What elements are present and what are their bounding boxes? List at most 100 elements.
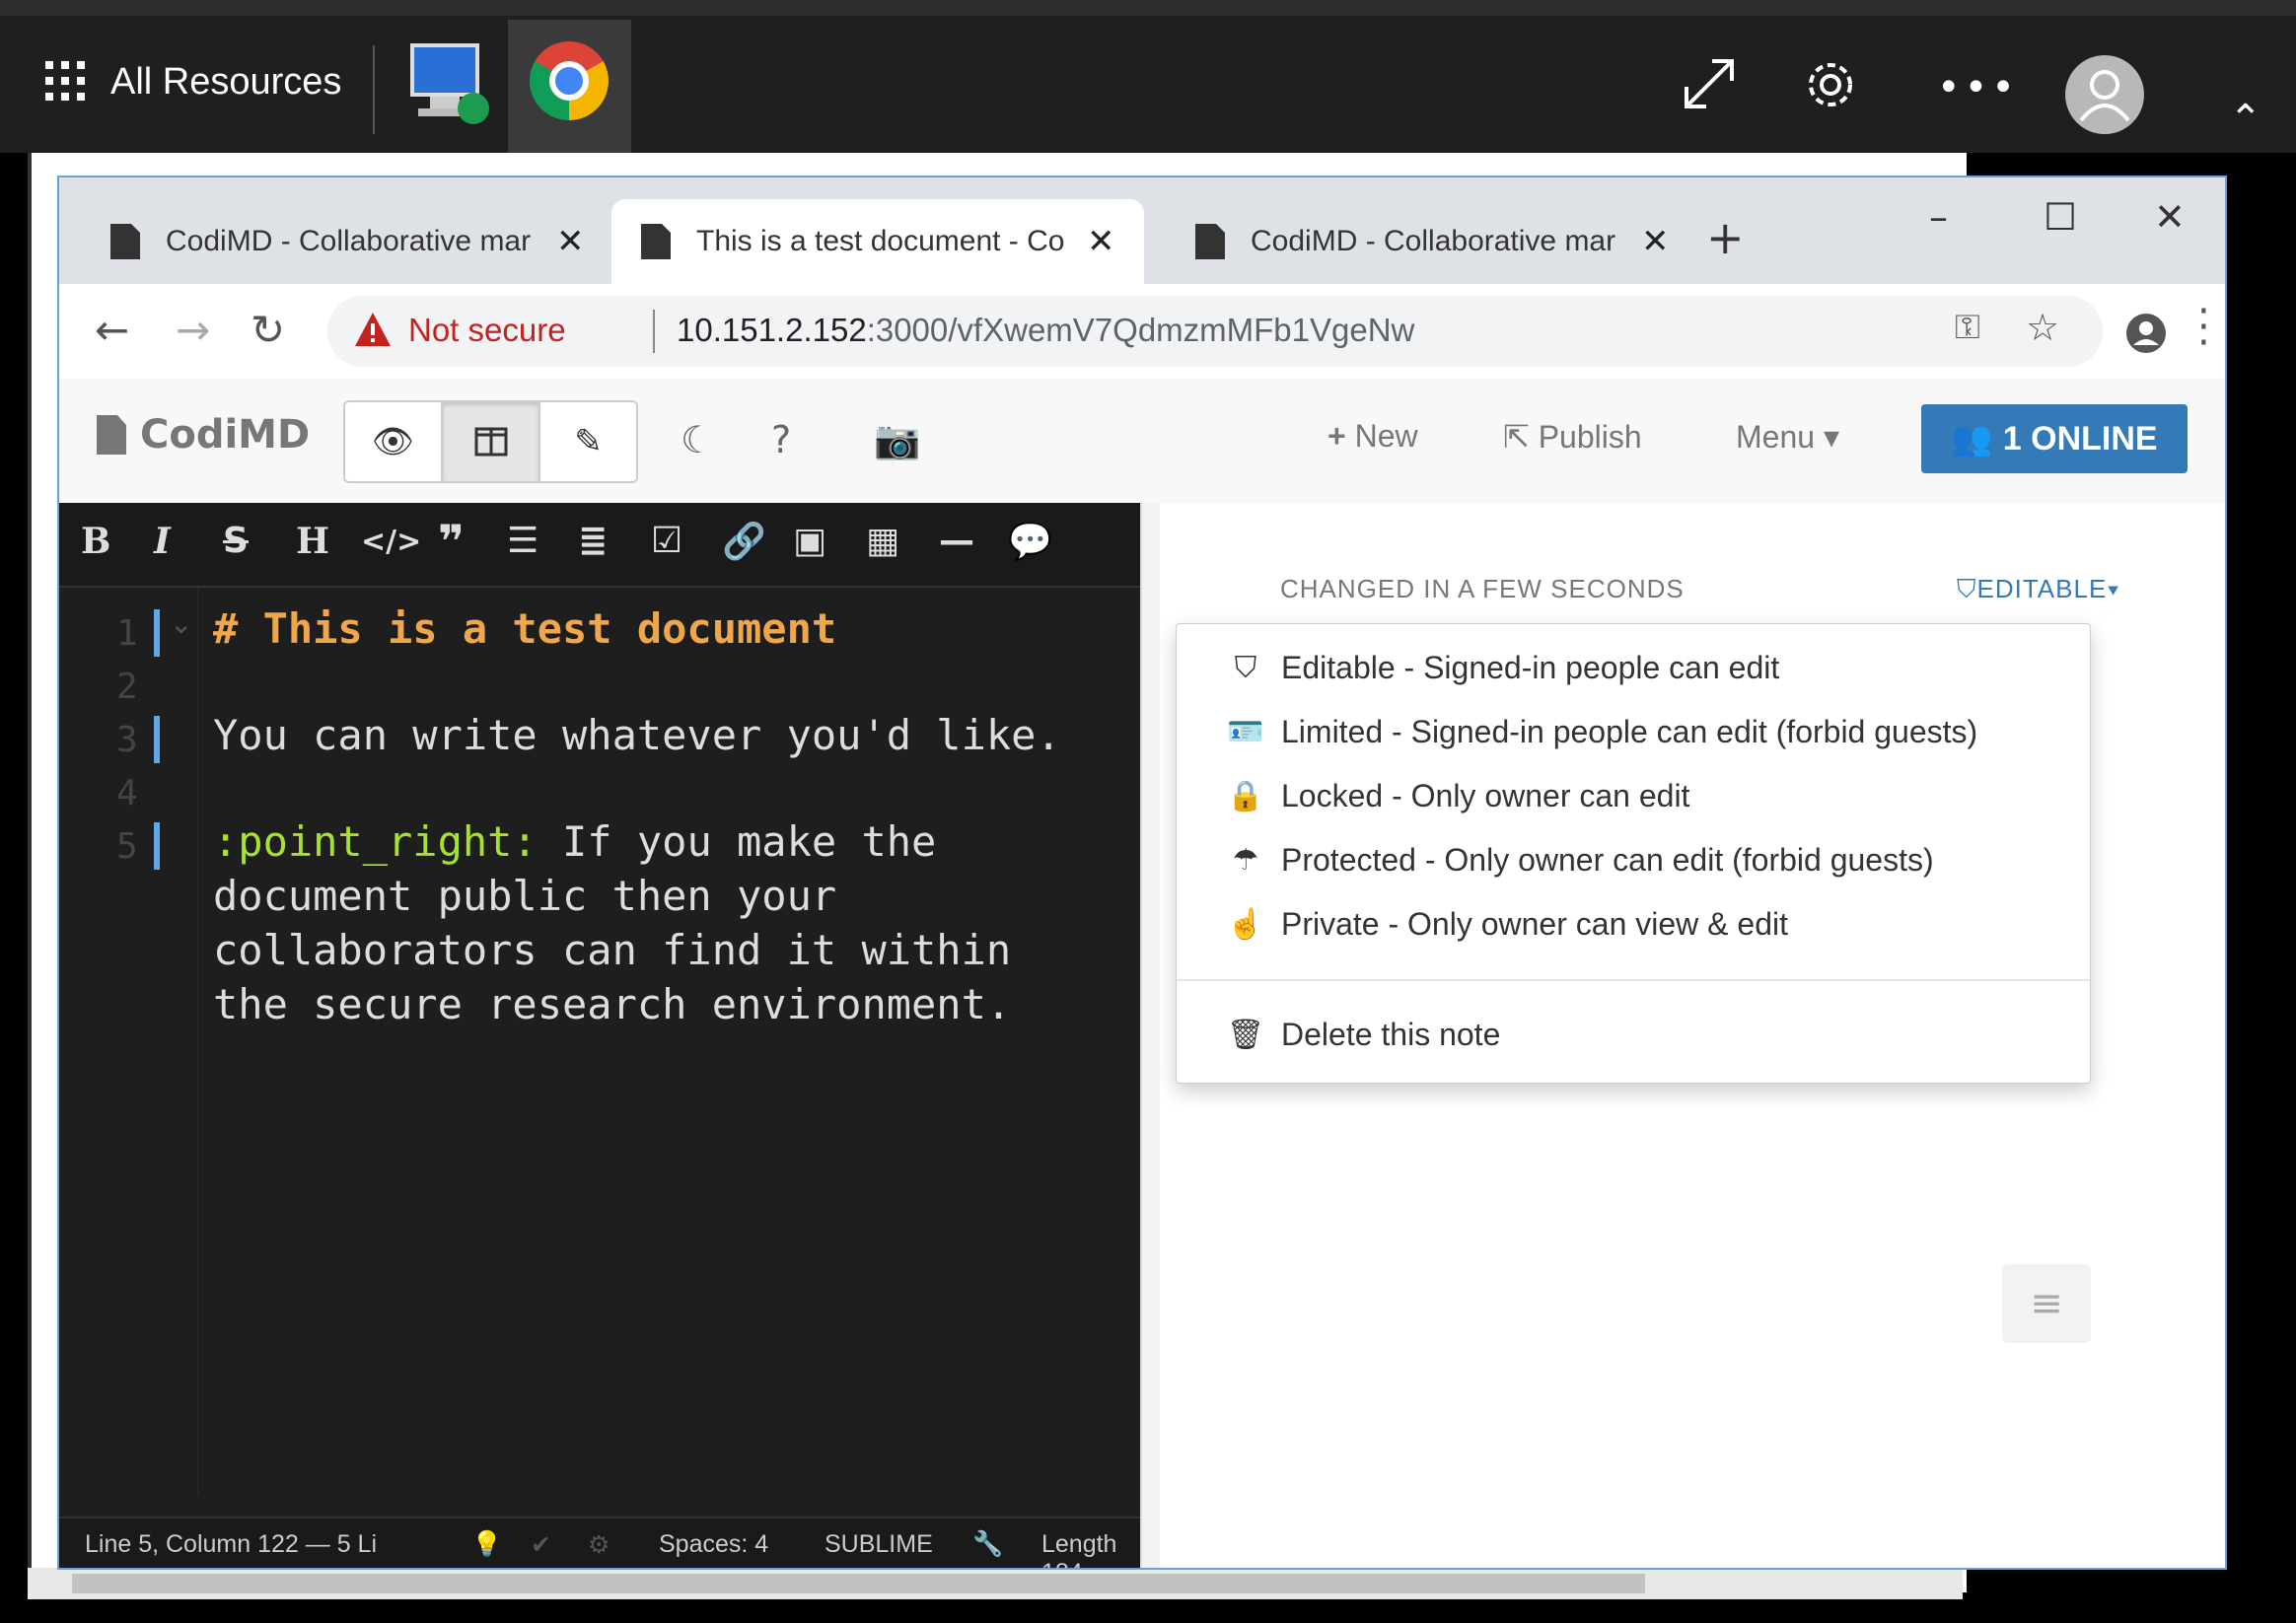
publish-button[interactable]: ⇱ Publish	[1503, 418, 1642, 456]
reload-icon[interactable]: ↻	[251, 306, 285, 354]
new-tab-button[interactable]: +	[1706, 211, 1745, 264]
changed-line-marker	[154, 609, 160, 657]
tab-codimd-2[interactable]: CodiMD - Collaborative mar ✕	[1144, 199, 1691, 284]
maximize-button[interactable]: ☐	[2044, 195, 2077, 239]
gear-icon[interactable]	[1803, 57, 1858, 112]
permission-protected[interactable]: ☂ Protected - Only owner can edit (forbid…	[1226, 842, 1934, 879]
forward-arrow-icon[interactable]: →	[176, 306, 210, 354]
close-tab-icon[interactable]: ✕	[1641, 222, 1670, 261]
star-icon[interactable]: ☆	[2026, 306, 2059, 349]
line-number: 4	[116, 773, 138, 813]
eye-icon: 👁	[371, 422, 415, 461]
bold-icon[interactable]: B	[81, 521, 110, 562]
document-icon	[641, 224, 671, 259]
line-number: 5	[116, 826, 138, 867]
new-button[interactable]: + New	[1327, 418, 1418, 455]
numbered-list-icon[interactable]: ≣	[578, 521, 608, 561]
tab-codimd-1[interactable]: CodiMD - Collaborative mar ✕	[59, 199, 607, 284]
quote-icon[interactable]: ❞	[438, 515, 465, 568]
wrench-icon[interactable]: 🔧	[972, 1530, 1003, 1559]
user-avatar-icon[interactable]	[2065, 55, 2144, 134]
code-line-3[interactable]: You can write whatever you'd like.	[213, 708, 1061, 762]
permission-toggle[interactable]: ⛉EDITABLE▾	[1957, 574, 2120, 605]
pane-divider[interactable]	[1140, 503, 1162, 1568]
delete-note-button[interactable]: 🗑 Delete this note	[1226, 1017, 1500, 1053]
online-users-button[interactable]: 👥 1 ONLINE	[1921, 404, 2188, 473]
gear-icon[interactable]: ⚙	[588, 1530, 610, 1560]
minimize-button[interactable]: –	[1929, 195, 1948, 239]
address-bar: ← → ↻ Not secure 10.151.2.152:3000/vfXwe…	[59, 284, 2225, 380]
view-mode-button[interactable]: 👁	[345, 402, 443, 481]
link-icon[interactable]: 🔗	[722, 521, 766, 562]
line-number: 3	[116, 720, 138, 760]
expand-icon[interactable]	[1683, 57, 1736, 110]
indent-setting[interactable]: Spaces: 4	[659, 1530, 768, 1559]
edit-mode-button[interactable]: ✎	[540, 402, 636, 481]
image-icon[interactable]: ▣	[793, 521, 826, 561]
chevron-up-icon[interactable]: ⌃	[2229, 97, 2262, 142]
keymap-setting[interactable]: SUBLIME	[825, 1530, 933, 1559]
checkbox-icon[interactable]: ☑	[651, 521, 682, 561]
lightbulb-icon[interactable]: 💡	[471, 1530, 502, 1559]
code-line-5[interactable]: :point_right: If you make the	[213, 814, 936, 869]
menu-button[interactable]: Menu ▾	[1736, 418, 1839, 456]
key-icon[interactable]: ⚿	[1955, 308, 1980, 347]
horizontal-scrollbar[interactable]	[28, 1568, 1963, 1599]
plus-icon: +	[1327, 418, 1355, 454]
code-line-5-wrap[interactable]: document public then your	[213, 869, 836, 923]
comment-icon[interactable]: 💬	[1008, 521, 1052, 562]
code-icon[interactable]: </>	[361, 525, 421, 559]
hamburger-icon: ≡	[2030, 1281, 2063, 1326]
users-icon: 👥	[1951, 420, 1993, 458]
moon-icon[interactable]: ☾	[681, 418, 714, 461]
fold-chevron-icon[interactable]: ⌄	[170, 607, 192, 640]
kebab-menu-icon[interactable]: · · ·	[2197, 292, 2210, 363]
permission-private[interactable]: ☝ Private - Only owner can view & edit	[1226, 906, 1788, 943]
table-icon[interactable]: ▦	[866, 521, 899, 561]
heading-icon[interactable]: H	[296, 521, 329, 562]
italic-icon[interactable]: I	[154, 521, 171, 562]
line-number: 2	[116, 667, 138, 707]
last-changed-label: CHANGED IN A FEW SECONDS	[1280, 574, 1685, 603]
umbrella-icon: ☂	[1232, 844, 1259, 877]
help-icon[interactable]: ?	[771, 418, 791, 461]
close-tab-icon[interactable]: ✕	[1087, 222, 1115, 261]
camera-icon[interactable]: 📷	[874, 418, 920, 462]
columns-icon	[474, 427, 507, 457]
not-secure-label[interactable]: Not secure	[408, 312, 566, 349]
omnibox[interactable]: Not secure 10.151.2.152:3000/vfXwemV7Qdm…	[327, 296, 2103, 367]
strikethrough-icon[interactable]: S	[223, 521, 249, 561]
warning-icon[interactable]	[353, 310, 393, 349]
tab-test-document[interactable]: This is a test document - Co ✕	[611, 199, 1144, 284]
both-mode-button[interactable]	[443, 402, 540, 481]
remote-desktop-title[interactable]: All Resources	[110, 61, 341, 104]
profile-icon[interactable]	[2124, 312, 2168, 355]
back-arrow-icon[interactable]: ←	[95, 306, 129, 354]
chrome-taskbar-button[interactable]	[508, 20, 631, 161]
pencil-icon: ✎	[574, 422, 603, 461]
code-line-1[interactable]: # This is a test document	[213, 601, 836, 656]
toc-toggle-button[interactable]: ≡	[2002, 1264, 2091, 1343]
remote-pc-icon[interactable]	[404, 35, 495, 134]
codimd-navbar: CodiMD 👁 ✎ ☾ ? 📷 + New ⇱ Publish Menu ▾ …	[59, 379, 2225, 504]
url-text[interactable]: 10.151.2.152:3000/vfXwemV7QdmzmMFb1VgeNw	[677, 312, 1414, 349]
bullet-list-icon[interactable]: ☰	[507, 521, 538, 561]
permission-locked[interactable]: 🔒 Locked - Only owner can edit	[1226, 778, 1689, 814]
code-line-5-wrap[interactable]: collaborators can find it within	[213, 923, 1011, 977]
caret-down-icon: ▾	[1815, 419, 1839, 455]
permission-editable[interactable]: ⛉ Editable - Signed-in people can edit	[1226, 650, 1779, 686]
close-tab-icon[interactable]: ✕	[556, 222, 585, 261]
more-icon[interactable]: •••	[1937, 65, 2019, 110]
trash-icon: 🗑	[1226, 1019, 1265, 1051]
horizontal-rule-icon[interactable]: —	[939, 521, 974, 561]
permission-limited[interactable]: 🪪 Limited - Signed-in people can edit (fo…	[1226, 714, 1977, 750]
id-card-icon: 🪪	[1227, 716, 1264, 748]
apps-grid-icon[interactable]	[45, 61, 85, 101]
code-line-5-wrap[interactable]: the secure research environment.	[213, 977, 1011, 1031]
remote-desktop-bar: All Resources ••• ⌃	[0, 0, 2296, 161]
check-icon[interactable]: ✔	[531, 1530, 551, 1560]
changed-line-marker	[154, 716, 160, 763]
close-window-button[interactable]: ✕	[2154, 195, 2186, 239]
view-mode-group: 👁 ✎	[343, 400, 638, 483]
codimd-brand[interactable]: CodiMD	[97, 412, 310, 458]
